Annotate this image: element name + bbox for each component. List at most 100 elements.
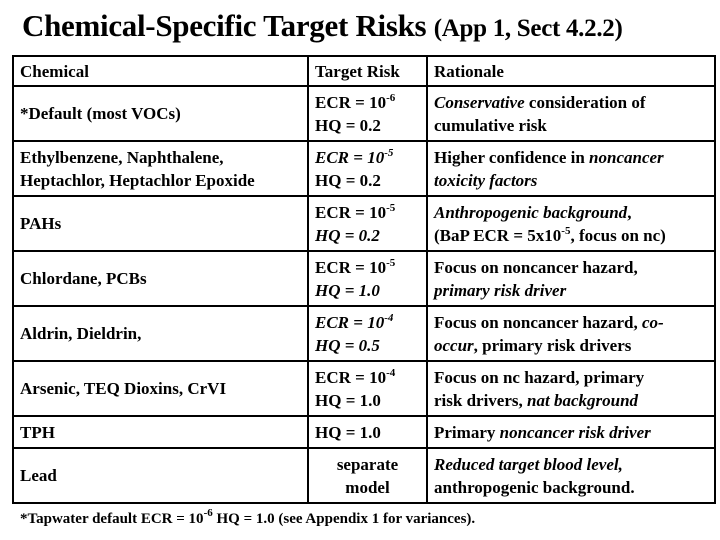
hq-text: HQ = 0.5	[315, 335, 380, 355]
rationale-text: Higher confidence in	[434, 147, 590, 167]
rationale-cell: Focus on noncancer hazard, co-occur, pri…	[426, 305, 716, 362]
ecr-value: ECR = 10-4	[315, 366, 420, 389]
table-header-row: Chemical Target Risk Rationale	[12, 55, 716, 87]
ecr-exponent: -6	[386, 91, 396, 104]
rationale-emphasis: primary risk driver	[434, 280, 567, 300]
target-risk-cell: ECR = 10-5 HQ = 1.0	[307, 250, 428, 307]
title-section-ref: (App 1, Sect 4.2.2)	[433, 15, 623, 42]
ecr-label: ECR = 10	[315, 257, 387, 277]
rationale-emphasis: Conservative	[434, 92, 525, 112]
rationale-line: Reduced target blood level,	[434, 453, 708, 476]
rationale-emphasis: nat background	[527, 390, 639, 410]
table-row: Arsenic, TEQ Dioxins, CrVI ECR = 10-4 HQ =…	[12, 360, 716, 417]
target-risk-cell: HQ = 1.0	[307, 415, 428, 449]
hq-value: HQ = 1.0	[315, 389, 420, 412]
rationale-line: anthropogenic background.	[434, 476, 708, 499]
target-risk-text: model	[345, 477, 390, 497]
rationale-cell: Conservative consideration of cumulative …	[426, 85, 716, 142]
chemical-cell: Ethylbenzene, Naphthalene, Heptachlor, He…	[12, 140, 309, 197]
chemical-cell: Lead	[12, 447, 309, 504]
rationale-line: occur, primary risk drivers	[434, 334, 708, 357]
rationale-line: Higher confidence in noncancer	[434, 146, 708, 169]
rationale-emphasis: toxicity factors	[434, 170, 538, 190]
ecr-exponent: -5	[386, 201, 396, 214]
footnote-text: *Tapwater default ECR = 10	[20, 511, 204, 527]
table-row: Chlordane, PCBs ECR = 10-5 HQ = 1.0 Focus o…	[12, 250, 716, 307]
footnote-text-end: HQ = 1.0 (see Appendix 1 for variances).	[212, 511, 476, 527]
chemical-cell: PAHs	[12, 195, 309, 252]
rationale-text: Focus on noncancer hazard,	[434, 257, 638, 277]
rationale-emphasis: noncancer	[589, 147, 664, 167]
ecr-value: ECR = 10-5	[315, 201, 420, 224]
rationale-cell: Anthropogenic background, (BaP ECR = 5x10…	[426, 195, 716, 252]
rationale-text: Focus on nc hazard, primary	[434, 367, 645, 387]
ecr-label: ECR = 10	[315, 147, 385, 167]
rationale-emphasis: Reduced target blood level,	[434, 454, 623, 474]
header-target-risk: Target Risk	[307, 55, 428, 87]
rationale-emphasis: occur	[434, 335, 474, 355]
target-risk-cell: ECR = 10-5 HQ = 0.2	[307, 195, 428, 252]
rationale-text: ,	[627, 202, 632, 222]
rationale-line: Focus on noncancer hazard,	[434, 256, 708, 279]
rationale-cell: Focus on noncancer hazard, primary risk d…	[426, 250, 716, 307]
hq-text: HQ = 0.2	[315, 115, 381, 135]
hq-value: HQ = 1.0	[315, 421, 420, 444]
chemical-cell: *Default (most VOCs)	[12, 85, 309, 142]
chemical-name: PAHs	[20, 214, 62, 233]
chemical-name: Arsenic, TEQ Dioxins, CrVI	[20, 379, 227, 398]
rationale-cell: Primary noncancer risk driver	[426, 415, 716, 449]
table-row: Ethylbenzene, Naphthalene, Heptachlor, He…	[12, 140, 716, 197]
target-risk-cell: ECR = 10-5 HQ = 0.2	[307, 140, 428, 197]
header-chemical: Chemical	[12, 55, 309, 87]
chemical-name: Aldrin, Dieldrin,	[20, 324, 142, 343]
title-main: Chemical-Specific Target Risks	[22, 8, 427, 43]
rationale-emphasis: Anthropogenic background	[434, 202, 628, 222]
chemical-cell: Aldrin, Dieldrin,	[12, 305, 309, 362]
rationale-text: anthropogenic background.	[434, 477, 635, 497]
target-risk-cell: separate model	[307, 447, 428, 504]
page-title: Chemical-Specific Target Risks (App 1, S…	[22, 6, 623, 49]
ecr-italic: ECR = 10-5	[315, 146, 394, 167]
rationale-line: (BaP ECR = 5x10-5, focus on nc)	[434, 224, 708, 247]
target-risk-cell: ECR = 10-4 HQ = 0.5	[307, 305, 428, 362]
target-risk-text: separate	[336, 454, 399, 474]
table-row: *Default (most VOCs) ECR = 10-6 HQ = 0.2 Co…	[12, 85, 716, 142]
rationale-line: toxicity factors	[434, 169, 708, 192]
ecr-italic: ECR = 10-4	[315, 311, 394, 332]
ecr-label: ECR = 10	[315, 312, 385, 332]
chemical-cell: TPH	[12, 415, 309, 449]
target-risk-cell: ECR = 10-6 HQ = 0.2	[307, 85, 428, 142]
chemical-name: *Default (most VOCs)	[20, 104, 181, 123]
table-row: Aldrin, Dieldrin, ECR = 10-4 HQ = 0.5 Focus…	[12, 305, 716, 362]
hq-text: HQ = 1.0	[315, 390, 381, 410]
hq-text: HQ = 1.0	[315, 422, 381, 442]
rationale-text: Focus on noncancer hazard,	[434, 312, 642, 332]
rationale-text: cumulative risk	[434, 115, 547, 135]
ecr-label: ECR = 10	[315, 367, 387, 387]
ecr-exponent: -5	[384, 146, 394, 159]
rationale-line: risk drivers, nat background	[434, 389, 708, 412]
rationale-line: Conservative consideration of	[434, 91, 708, 114]
rationale-cell: Higher confidence in noncancer toxicity f…	[426, 140, 716, 197]
rationale-text: , primary risk drivers	[473, 335, 632, 355]
header-rationale: Rationale	[426, 55, 716, 87]
rationale-line: primary risk driver	[434, 279, 708, 302]
rationale-text: (BaP ECR = 5x10	[434, 225, 562, 245]
rationale-emphasis: co-	[641, 312, 664, 332]
target-risk-cell: ECR = 10-4 HQ = 1.0	[307, 360, 428, 417]
ecr-exponent: -4	[384, 311, 394, 324]
hq-text: HQ = 0.2	[315, 170, 381, 190]
rationale-line: Focus on noncancer hazard, co-	[434, 311, 708, 334]
hq-value: HQ = 0.5	[315, 334, 420, 357]
ecr-value: ECR = 10-5	[315, 256, 420, 279]
ecr-value: ECR = 10-6	[315, 91, 420, 114]
rationale-text: , focus on nc)	[570, 225, 666, 245]
ecr-exponent: -4	[386, 366, 396, 379]
ecr-value: ECR = 10-4	[315, 311, 420, 334]
hq-value: HQ = 0.2	[315, 224, 420, 247]
rationale-cell: Reduced target blood level, anthropogenic…	[426, 447, 716, 504]
rationale-line: Focus on nc hazard, primary	[434, 366, 708, 389]
rationale-text: consideration of	[524, 92, 646, 112]
table-row: TPH HQ = 1.0 Primary noncancer risk driver	[12, 415, 716, 449]
ecr-label: ECR = 10	[315, 202, 387, 222]
